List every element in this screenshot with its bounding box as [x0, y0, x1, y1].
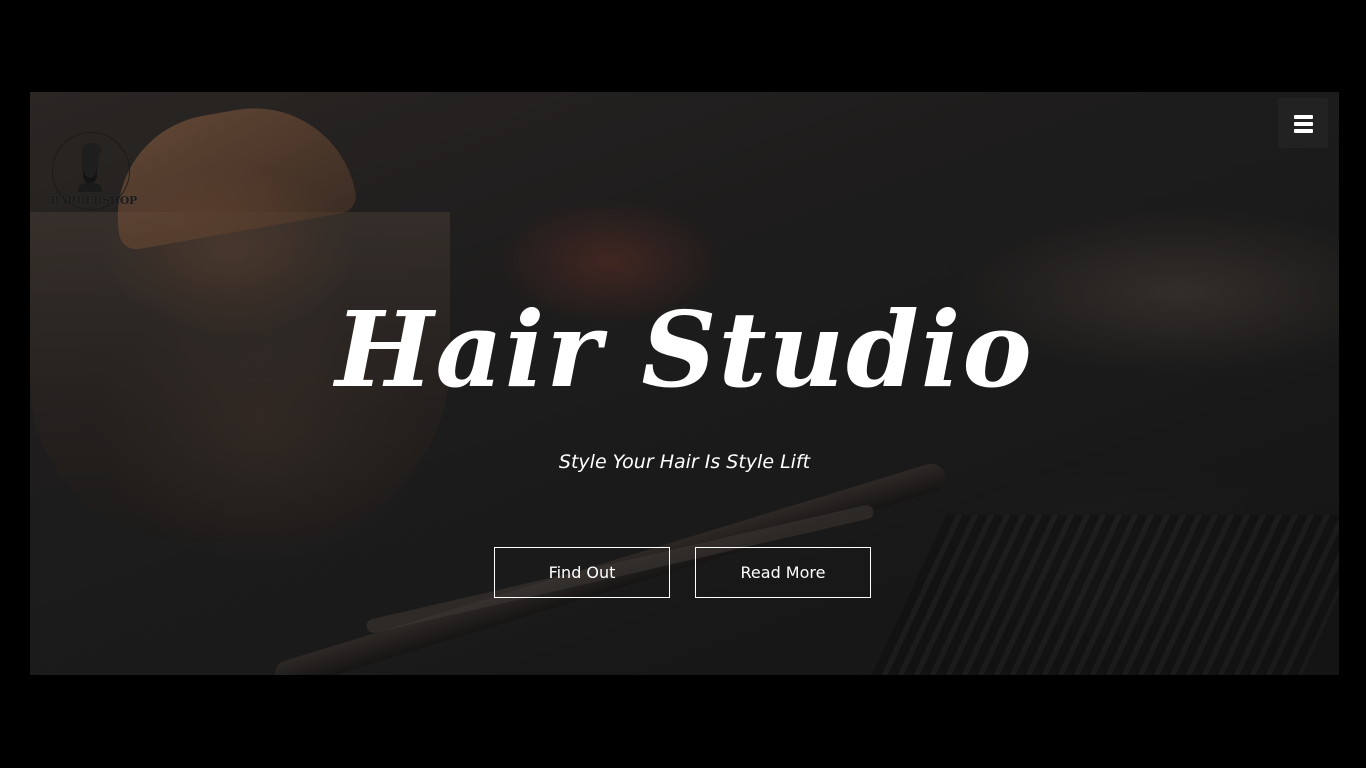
find-out-button[interactable]: Find Out [494, 547, 670, 598]
logo-tagline: HAIR & SHAVE [74, 208, 110, 213]
hero-subtitle: Style Your Hair Is Style Lift [558, 451, 811, 473]
page: BARBERSHOP HAIR & SHAVE Hair Studio Styl… [0, 0, 1366, 768]
hero-title: Hair Studio [335, 288, 1034, 411]
menu-button[interactable] [1278, 98, 1328, 148]
brand-logo[interactable]: BARBERSHOP HAIR & SHAVE [50, 132, 137, 216]
hero-section: BARBERSHOP HAIR & SHAVE Hair Studio Styl… [30, 92, 1339, 675]
barber-head-icon [78, 142, 102, 192]
logo-text: BARBERSHOP [50, 194, 137, 207]
read-more-button[interactable]: Read More [695, 547, 871, 598]
